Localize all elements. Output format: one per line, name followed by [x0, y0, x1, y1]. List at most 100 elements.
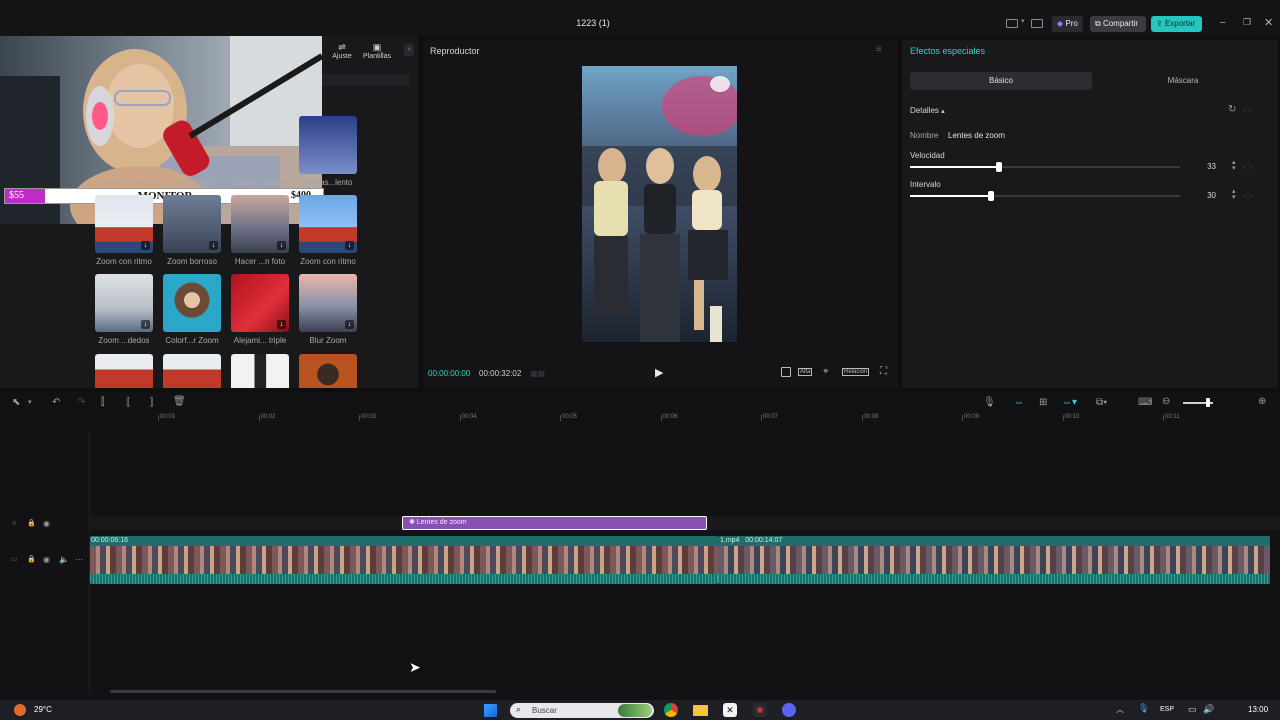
focus-icon[interactable]: ⌖: [823, 366, 829, 377]
pro-button[interactable]: ◆ Pro: [1052, 16, 1083, 32]
more-icon[interactable]: ⋯: [75, 555, 83, 564]
video-clip[interactable]: 1.mp4 00:00:14:07: [718, 536, 1270, 584]
redo-icon[interactable]: ↷: [77, 397, 85, 408]
chevron-down-icon[interactable]: ▾: [1021, 17, 1025, 25]
capcut-icon[interactable]: ✕: [723, 703, 737, 717]
timeline-ruler[interactable]: 00:01 00:02 00:03 00:04 00:05 00:06 00:07 00:08…: [90, 414, 1280, 426]
delete-icon[interactable]: 🗑: [173, 396, 186, 407]
speed-value[interactable]: 33: [1192, 162, 1216, 171]
quality-icon[interactable]: Alta: [798, 368, 813, 376]
restore-icon[interactable]: ❐: [1243, 17, 1251, 28]
mic-tray-icon[interactable]: 🎙: [1138, 703, 1149, 714]
microphone-icon[interactable]: 🎙: [983, 397, 996, 408]
grid-icon[interactable]: ▦▦: [530, 369, 545, 378]
effect-thumb[interactable]: ↓: [163, 195, 221, 253]
zoom-slider-knob[interactable]: [1206, 398, 1210, 407]
volume-icon[interactable]: 🔊: [1203, 704, 1214, 715]
discord-icon[interactable]: [782, 703, 796, 717]
effect-thumb[interactable]: [95, 354, 153, 388]
chevron-up-icon[interactable]: ︿: [1116, 704, 1124, 715]
effect-thumb[interactable]: [299, 116, 357, 174]
cover-icon[interactable]: ▭: [11, 555, 18, 563]
timeline-scrollbar[interactable]: [110, 690, 496, 693]
link-clips-icon[interactable]: ⇔: [1014, 397, 1024, 408]
weather-icon[interactable]: [14, 704, 26, 716]
zoom-out-icon[interactable]: ⊖: [1162, 396, 1170, 407]
app-icon[interactable]: ◉: [753, 703, 767, 717]
download-icon[interactable]: ↓: [345, 320, 354, 329]
interval-value[interactable]: 30: [1192, 191, 1216, 200]
clock[interactable]: 13:00: [1248, 705, 1268, 714]
search-bar[interactable]: [322, 74, 410, 86]
export-button[interactable]: ⇪ Exportar: [1151, 16, 1202, 32]
speaker-icon[interactable]: 🔈: [59, 555, 69, 564]
tab-adjust[interactable]: ⇌ Ajuste: [330, 42, 354, 60]
share-button[interactable]: ⧉ Compartir: [1090, 16, 1146, 32]
effect-clip[interactable]: ✺ Lentes de zoom: [402, 516, 707, 530]
menu-icon[interactable]: ≡: [876, 44, 882, 55]
reset-icon[interactable]: ↻: [1228, 104, 1236, 115]
effect-thumb[interactable]: ↓: [95, 195, 153, 253]
video-clip[interactable]: 00:00:06:16: [90, 536, 718, 584]
fullscreen-icon[interactable]: ⛶: [880, 366, 887, 377]
download-icon[interactable]: ↓: [277, 320, 286, 329]
download-icon[interactable]: ↓: [209, 241, 218, 250]
preview-axis-icon[interactable]: ⧉▾: [1096, 397, 1107, 408]
eye-icon[interactable]: ◉: [43, 555, 50, 564]
tab-basic[interactable]: Básico: [910, 72, 1092, 90]
download-icon[interactable]: ↓: [141, 241, 150, 250]
split-left-icon[interactable]: ⟦: [126, 397, 131, 408]
speed-stepper-icon[interactable]: ▴ ▾: [1232, 159, 1236, 172]
effect-thumb[interactable]: [163, 354, 221, 388]
language-indicator[interactable]: ESP: [1160, 706, 1174, 713]
interval-slider[interactable]: [910, 191, 1180, 201]
lock-icon[interactable]: 🔒: [27, 555, 36, 563]
effect-thumb[interactable]: ↓: [95, 274, 153, 332]
split-icon[interactable]: ⫿: [101, 397, 104, 408]
effect-thumb[interactable]: [231, 354, 289, 388]
eye-icon[interactable]: ◉: [43, 519, 50, 528]
close-icon[interactable]: ✕: [1264, 16, 1273, 29]
tab-mask[interactable]: Máscara: [1092, 72, 1274, 90]
video-preview[interactable]: [582, 66, 737, 342]
effect-thumb[interactable]: [163, 274, 221, 332]
snap-icon[interactable]: ⊞: [1039, 397, 1047, 408]
chrome-icon[interactable]: [664, 703, 678, 717]
taskbar-search[interactable]: ⌕ Buscar: [510, 703, 654, 718]
download-icon[interactable]: ↓: [277, 241, 286, 250]
tabs-scroll-right-icon[interactable]: ›: [404, 44, 414, 56]
lock-icon[interactable]: 🔒: [27, 519, 36, 527]
undo-icon[interactable]: ↶: [52, 397, 60, 408]
monitor-tray-icon[interactable]: ▭: [1188, 704, 1197, 715]
windows-start-icon[interactable]: [484, 704, 497, 717]
zoom-in-icon[interactable]: ⊕: [1258, 396, 1266, 407]
crop-icon[interactable]: [781, 367, 791, 377]
shortcut-icon[interactable]: [1031, 19, 1043, 28]
select-tool-icon[interactable]: ⬉: [12, 397, 20, 408]
effect-thumb[interactable]: ↓: [231, 195, 289, 253]
linkage-icon[interactable]: ⇔▾: [1062, 397, 1077, 408]
interval-slider-knob[interactable]: [988, 191, 994, 201]
keyframe-icon[interactable]: ‹◇›: [1242, 162, 1253, 171]
effect-thumb[interactable]: ↓: [299, 195, 357, 253]
ratio-button[interactable]: Relación: [842, 368, 870, 376]
effect-thumb[interactable]: [299, 354, 357, 388]
keyframe-icon[interactable]: ‹◇›: [1242, 191, 1253, 200]
chevron-down-icon[interactable]: ▾: [28, 398, 32, 406]
speed-slider[interactable]: [910, 162, 1180, 172]
minimize-icon[interactable]: –: [1220, 17, 1226, 28]
play-icon[interactable]: ▶: [655, 366, 663, 379]
split-right-icon[interactable]: ⟧: [149, 397, 154, 408]
layout-icon[interactable]: [1006, 19, 1018, 28]
download-icon[interactable]: ↓: [141, 320, 150, 329]
caption-icon[interactable]: ⌨: [1138, 397, 1152, 408]
speed-slider-knob[interactable]: [996, 162, 1002, 172]
effect-thumb[interactable]: ↓: [299, 274, 357, 332]
interval-stepper-icon[interactable]: ▴ ▾: [1232, 188, 1236, 201]
tab-templates[interactable]: ▣ Plantillas: [360, 42, 394, 60]
download-icon[interactable]: ↓: [345, 241, 354, 250]
effect-thumb[interactable]: ↓: [231, 274, 289, 332]
keyframe-icon[interactable]: ‹◇›: [1242, 105, 1253, 114]
details-toggle[interactable]: Detalles ▴: [910, 106, 945, 115]
folder-icon[interactable]: [693, 705, 708, 716]
